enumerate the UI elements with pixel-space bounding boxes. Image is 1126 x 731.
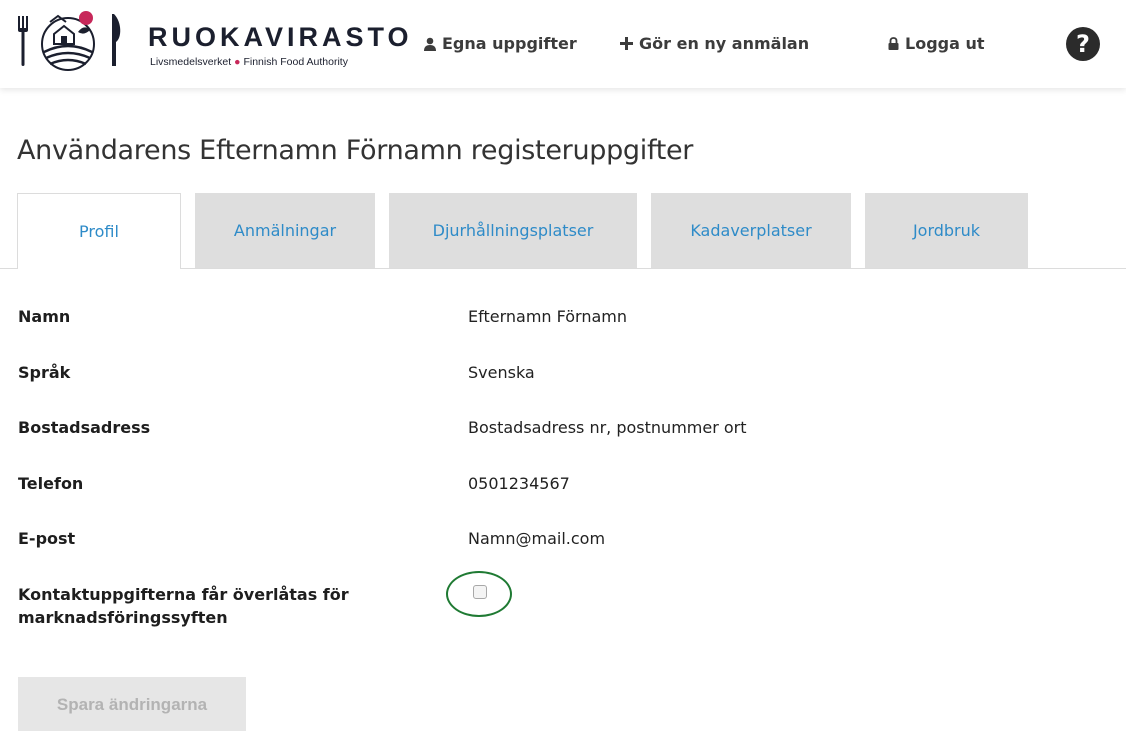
language-value: Svenska [468,363,535,382]
phone-value: 0501234567 [468,474,570,493]
save-changes-button[interactable]: Spara ändringarna [18,677,246,731]
page-title: Användarens Efternamn Förnamn registerup… [17,135,694,166]
phone-label: Telefon [18,474,84,493]
marketing-consent-label-line2: marknadsföringssyften [18,608,228,627]
nav-own-details-label: Egna uppgifter [442,34,577,53]
tab-agriculture-label: Jordbruk [912,221,981,240]
brand-sub-left: Livsmedelsverket [150,56,232,68]
help-button[interactable]: ? [1066,27,1100,61]
brand-subtitle: Livsmedelsverket ● Finnish Food Authority [150,56,348,68]
nav-logout-link[interactable]: Logga ut [888,34,985,53]
tab-agriculture[interactable]: Jordbruk [865,193,1028,268]
site-header: RUOKAVIRASTO Livsmedelsverket ● Finnish Fo… [0,0,1126,88]
tab-notifications[interactable]: Anmälningar [195,193,375,268]
marketing-consent-label-line1: Kontaktuppgifterna får överlåtas för [18,585,349,604]
brand-sub-right: Finnish Food Authority [243,56,348,68]
tab-bar: Profil Anmälningar Djurhållningsplatser … [0,193,1126,269]
marketing-consent-checkbox[interactable] [473,585,487,599]
address-label: Bostadsadress [18,418,151,437]
name-label: Namn [18,307,71,326]
nav-own-details-link[interactable]: Egna uppgifter [424,34,577,53]
language-label: Språk [18,363,71,382]
tab-animal-keeping-sites[interactable]: Djurhållningsplatser [389,193,637,268]
tab-carcass-sites[interactable]: Kadaverplatser [651,193,851,268]
tab-animal-keeping-sites-label: Djurhållningsplatser [432,221,594,240]
user-icon [424,37,436,51]
email-label: E-post [18,529,76,548]
marketing-consent-label: Kontaktuppgifterna får överlåtas för mar… [18,583,349,629]
tab-carcass-sites-label: Kadaverplatser [690,221,812,240]
question-icon: ? [1076,30,1090,58]
address-value: Bostadsadress nr, postnummer ort [468,418,747,437]
lock-icon [888,37,899,50]
tab-profile-label: Profil [79,222,119,241]
nav-new-notification-label: Gör en ny anmälan [639,34,810,53]
brand-name: RUOKAVIRASTO [148,22,413,52]
tab-notifications-label: Anmälningar [233,221,337,240]
brand-dot-icon: ● [234,56,241,68]
ruokavirasto-logo-icon[interactable] [14,8,126,72]
tab-profile[interactable]: Profil [17,193,181,269]
name-value: Efternamn Förnamn [468,307,628,326]
email-value: Namn@mail.com [468,529,606,548]
plus-icon [620,37,633,50]
nav-new-notification-link[interactable]: Gör en ny anmälan [620,34,809,53]
nav-logout-label: Logga ut [905,34,985,53]
